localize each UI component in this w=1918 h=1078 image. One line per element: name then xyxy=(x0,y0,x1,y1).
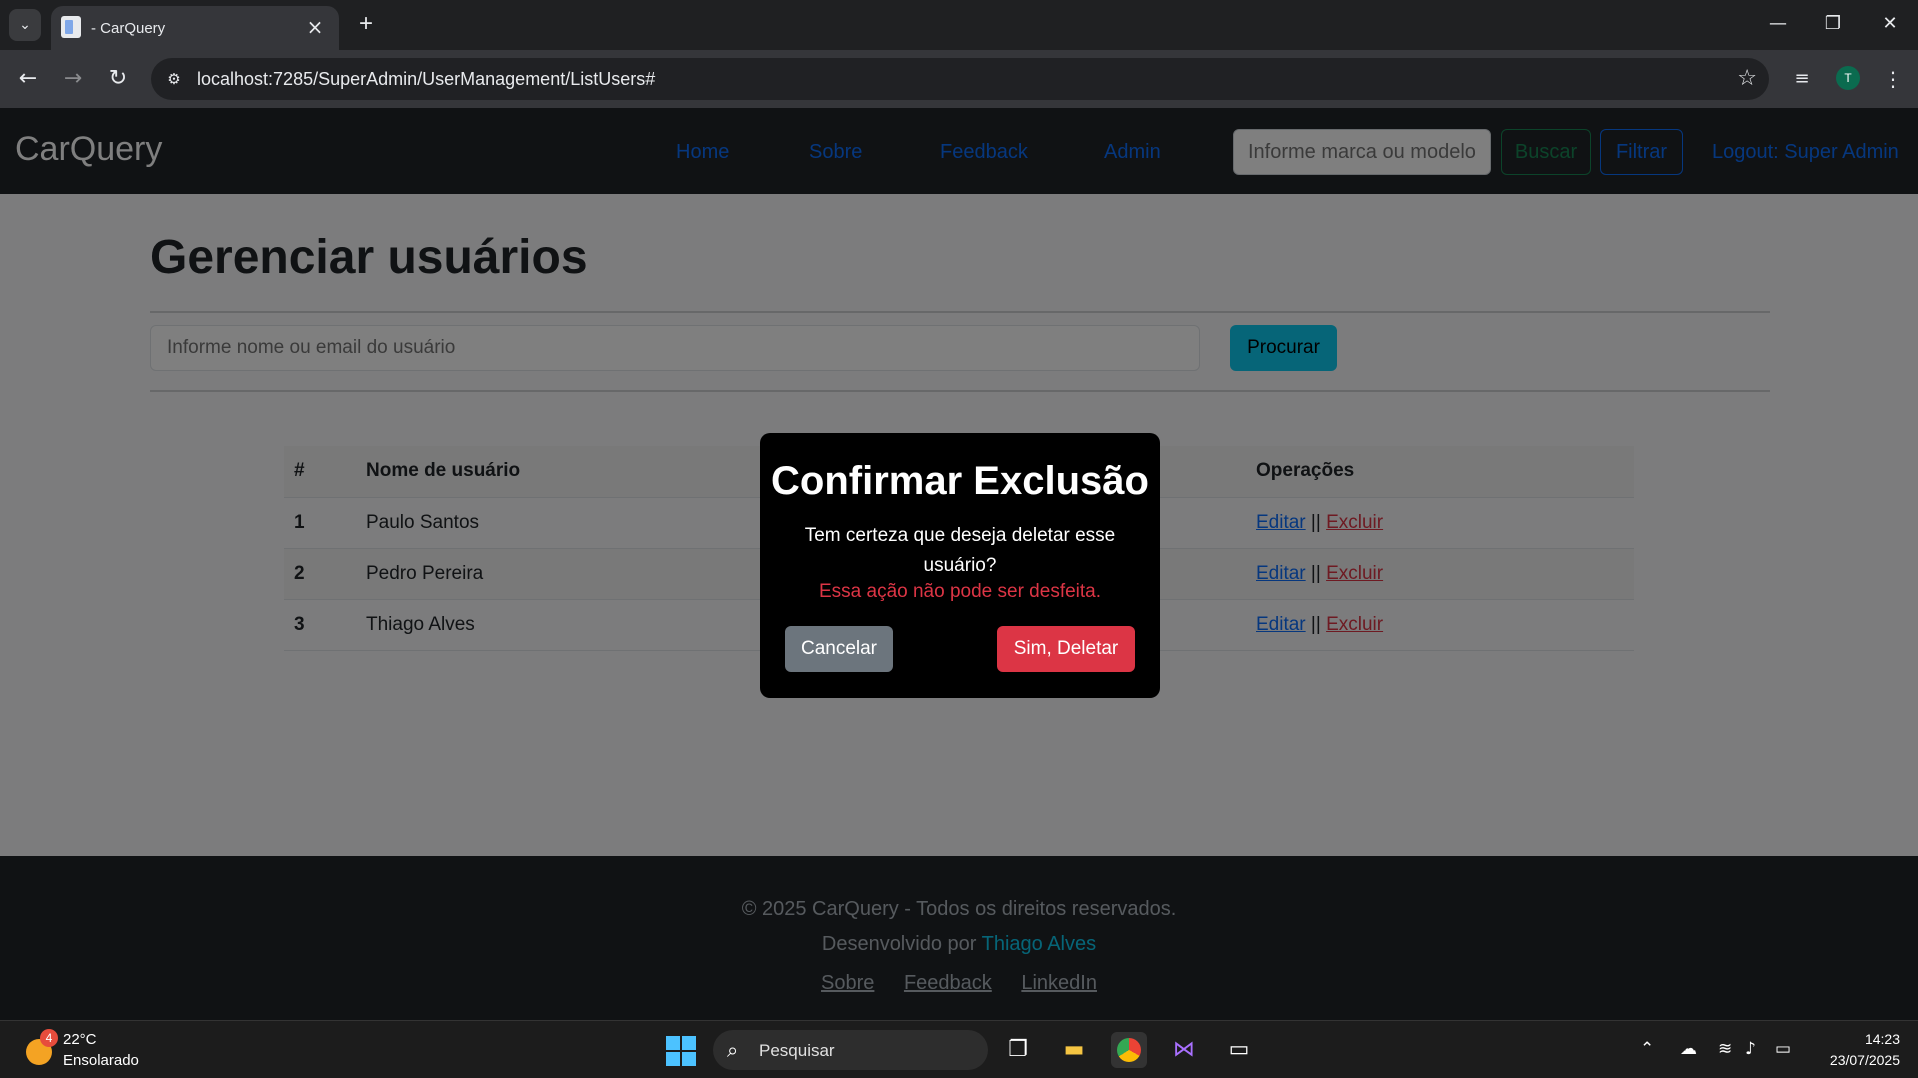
back-icon[interactable]: ← xyxy=(13,64,43,94)
profile-avatar[interactable]: T xyxy=(1836,66,1860,90)
chrome-logo xyxy=(1117,1038,1141,1062)
chevron-down-icon: ⌄ xyxy=(19,17,31,33)
menu-kebab-icon[interactable]: ⋮ xyxy=(1878,64,1908,94)
weather-description[interactable]: Ensolarado xyxy=(63,1052,139,1069)
confirm-delete-modal: Confirmar Exclusão Tem certeza que desej… xyxy=(760,433,1160,698)
visual-studio-icon[interactable]: ⋈ xyxy=(1166,1032,1202,1068)
browser-toolbar: ← → ↻ ⚙ localhost:7285/SuperAdmin/UserMa… xyxy=(0,50,1918,108)
start-tile xyxy=(666,1036,680,1050)
page-viewport: CarQuery Home Sobre Feedback Admin Busca… xyxy=(0,108,1918,1020)
windows-start-icon[interactable] xyxy=(666,1036,696,1066)
taskbar-search-label: Pesquisar xyxy=(759,1041,835,1060)
reload-icon[interactable]: ↻ xyxy=(103,64,133,94)
close-icon[interactable]: × xyxy=(303,15,327,39)
forward-icon[interactable]: → xyxy=(58,64,88,94)
tab-title: - CarQuery xyxy=(91,20,166,37)
start-tile xyxy=(682,1052,696,1066)
address-bar[interactable]: ⚙ localhost:7285/SuperAdmin/UserManageme… xyxy=(151,58,1769,100)
modal-title: Confirmar Exclusão xyxy=(771,459,1149,503)
minimize-icon[interactable]: — xyxy=(1764,10,1792,38)
file-explorer-icon[interactable]: ▬ xyxy=(1056,1032,1092,1068)
os-taskbar: 4 22°C Ensolarado ⌕ Pesquisar ❐ ▬ ⋈ ▭ ⌃ … xyxy=(0,1020,1918,1078)
clock-time[interactable]: 14:23 xyxy=(1865,1031,1900,1047)
wifi-icon[interactable]: ≋ xyxy=(1718,1039,1732,1059)
start-tile xyxy=(682,1036,696,1050)
modal-message: Tem certeza que deseja deletar esse usuá… xyxy=(804,525,1116,576)
bookmark-star-icon[interactable]: ☆ xyxy=(1737,66,1757,91)
url-text[interactable]: localhost:7285/SuperAdmin/UserManagement… xyxy=(197,69,655,90)
restore-icon[interactable]: ❐ xyxy=(1819,10,1847,38)
new-tab-button[interactable]: + xyxy=(352,10,380,38)
confirm-delete-button[interactable]: Sim, Deletar xyxy=(997,626,1135,672)
volume-icon[interactable]: ♪ xyxy=(1745,1039,1756,1059)
tab-search-button[interactable]: ⌄ xyxy=(9,9,41,41)
browser-tab[interactable]: - CarQuery × xyxy=(51,6,339,50)
browser-tab-strip: ⌄ - CarQuery × + — ❐ ✕ xyxy=(0,0,1918,50)
terminal-icon[interactable]: ▭ xyxy=(1221,1032,1257,1068)
chevron-up-icon[interactable]: ⌃ xyxy=(1640,1039,1654,1059)
modal-warning: Essa ação não pode ser desfeita. xyxy=(818,581,1102,602)
task-view-icon[interactable]: ❐ xyxy=(1000,1032,1036,1068)
cloud-icon[interactable]: ☁ xyxy=(1680,1039,1697,1059)
site-info-icon[interactable]: ⚙ xyxy=(163,68,185,90)
media-control-icon[interactable]: ≡ xyxy=(1787,64,1817,94)
taskbar-search[interactable]: ⌕ Pesquisar xyxy=(713,1030,988,1070)
clock-date[interactable]: 23/07/2025 xyxy=(1830,1052,1900,1068)
chrome-icon[interactable] xyxy=(1111,1032,1147,1068)
cancel-button[interactable]: Cancelar xyxy=(785,626,893,672)
page-favicon-icon xyxy=(61,16,81,38)
battery-icon[interactable]: ▭ xyxy=(1775,1039,1791,1059)
window-close-icon[interactable]: ✕ xyxy=(1876,10,1904,38)
start-tile xyxy=(666,1052,680,1066)
search-icon: ⌕ xyxy=(727,1038,739,1062)
notification-badge: 4 xyxy=(40,1029,58,1047)
weather-temperature[interactable]: 22°C xyxy=(63,1031,97,1048)
